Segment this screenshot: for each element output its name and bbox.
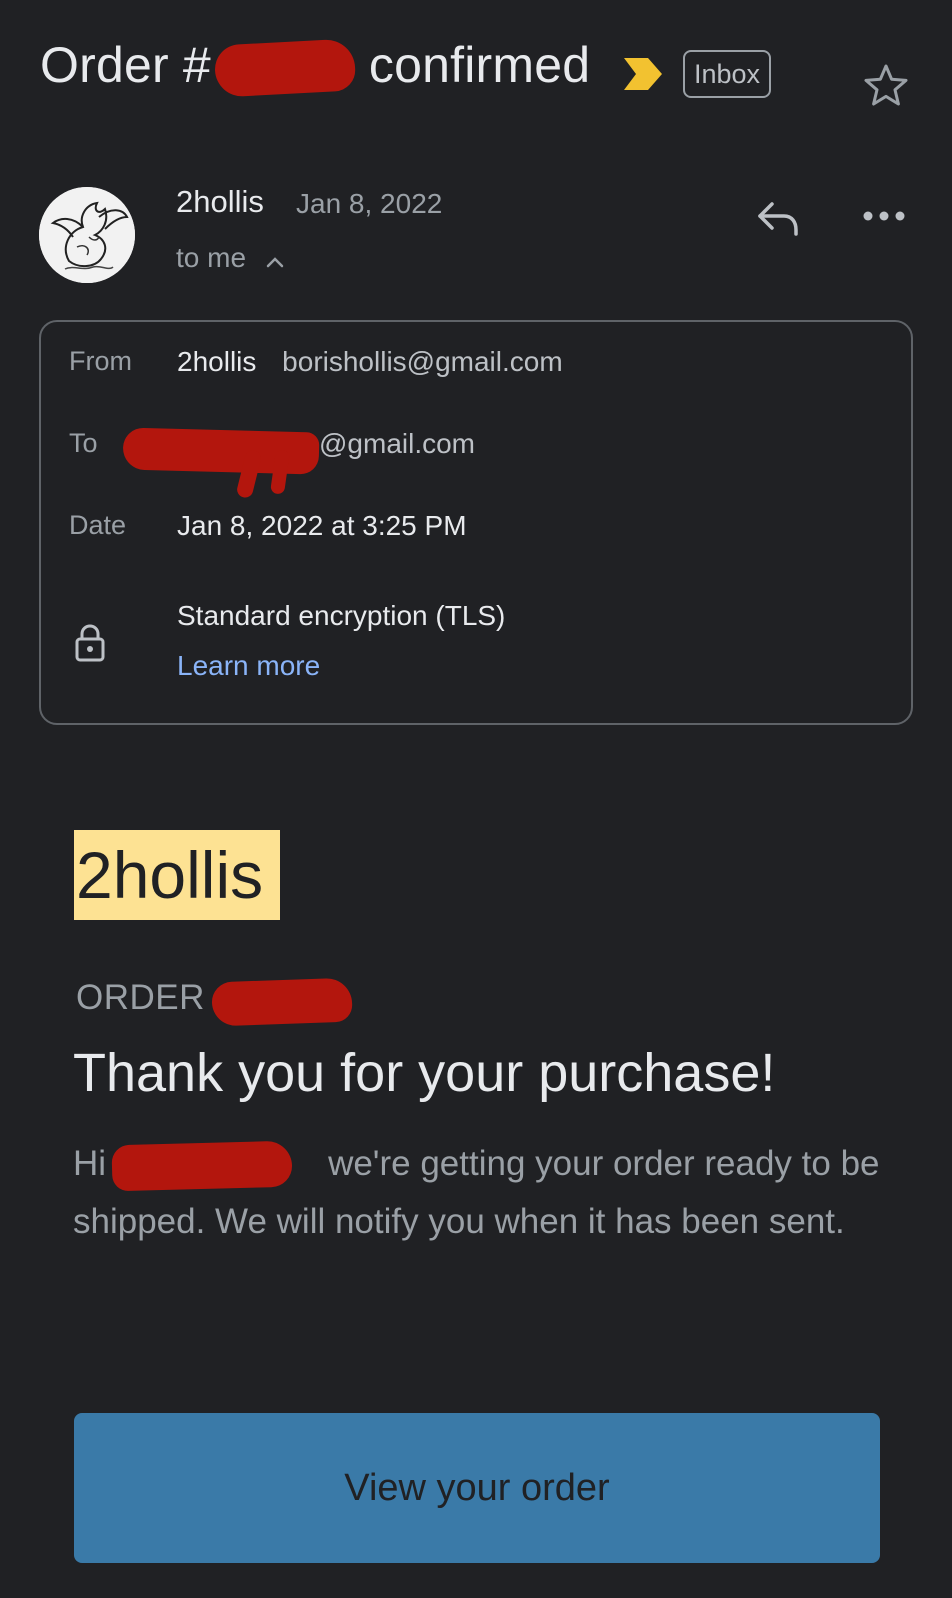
date-value: Jan 8, 2022 at 3:25 PM — [177, 510, 467, 541]
subject-prefix: Order # — [40, 37, 211, 93]
sender-avatar[interactable] — [39, 187, 135, 283]
message-details-panel: From 2hollis borishollis@gmail.com To @g… — [39, 320, 913, 725]
date-label: Date — [69, 510, 127, 540]
redaction-mark — [211, 977, 353, 1027]
star-icon[interactable] — [862, 62, 910, 110]
from-email[interactable]: borishollis@gmail.com — [282, 346, 563, 377]
dragon-avatar-image — [39, 187, 135, 283]
message-date: Jan 8, 2022 — [296, 188, 443, 219]
lock-icon — [75, 624, 105, 662]
learn-more-link[interactable]: Learn more — [177, 650, 320, 682]
greeting-text: Hi — [73, 1144, 107, 1183]
to-email[interactable]: @gmail.com — [319, 428, 475, 460]
chevron-up-icon[interactable] — [264, 252, 286, 272]
importance-marker-icon[interactable] — [622, 56, 664, 92]
sender-name[interactable]: 2hollis — [176, 184, 264, 220]
confirmation-heading: Thank you for your purchase! — [73, 1043, 776, 1103]
inbox-label-chip[interactable]: Inbox — [683, 50, 772, 98]
redaction-mark — [111, 1140, 293, 1192]
recipient-summary[interactable]: to me — [176, 242, 246, 274]
more-options-icon[interactable] — [862, 206, 906, 226]
from-label: From — [69, 346, 132, 376]
email-subject: Order # confirmed — [40, 36, 591, 98]
subject-suffix: confirmed — [368, 37, 591, 93]
email-view: Order # confirmed Inbox 2hollis Jan 8, 2… — [0, 0, 952, 1598]
redaction-mark — [213, 38, 357, 98]
to-label: To — [69, 428, 98, 458]
encryption-status: Standard encryption (TLS) — [177, 600, 506, 631]
brand-logo-text: 2hollis — [74, 830, 280, 920]
from-name: 2hollis — [177, 346, 257, 377]
view-order-button[interactable]: View your order — [74, 1413, 880, 1563]
order-number-label: ORDER — [76, 978, 205, 1017]
reply-icon[interactable] — [754, 196, 802, 240]
redaction-mark — [122, 427, 320, 475]
from-value: 2hollis borishollis@gmail.com — [177, 346, 563, 378]
